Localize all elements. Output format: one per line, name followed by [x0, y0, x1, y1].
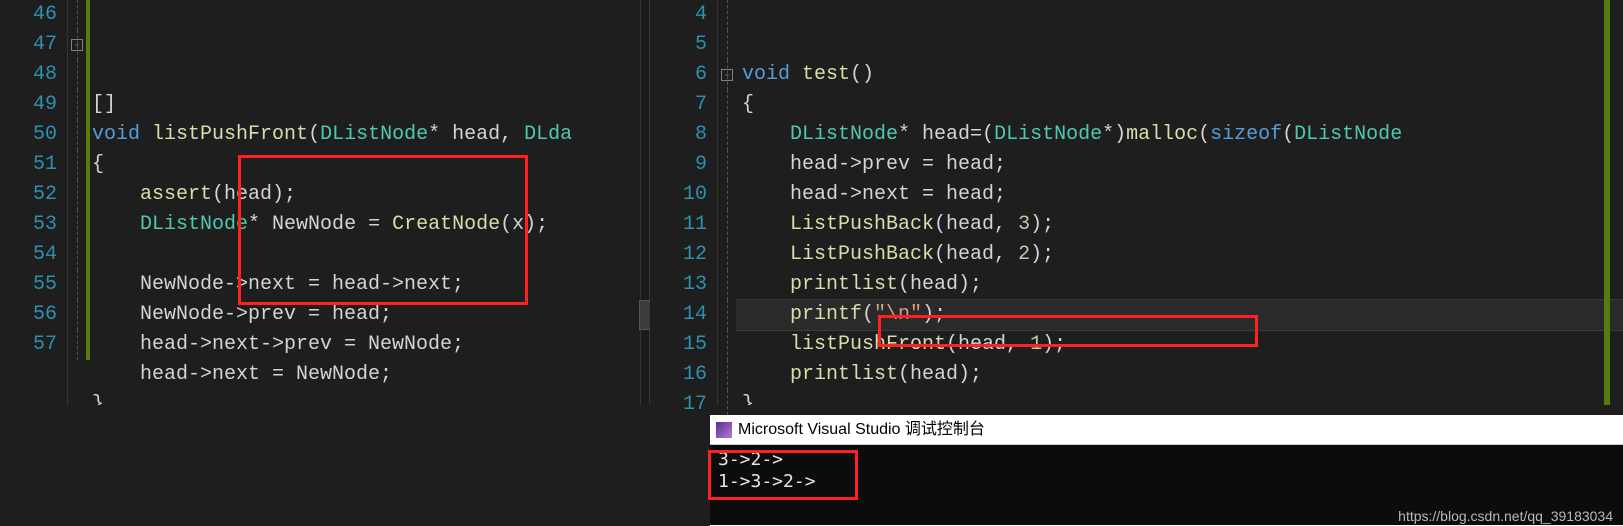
code-line[interactable]: assert(head);: [86, 180, 640, 210]
line-number: 13: [650, 270, 707, 300]
editor-pane-right[interactable]: 4567891011121314151617 - void test(){ DL…: [650, 0, 1623, 405]
line-number: 52: [0, 180, 57, 210]
code-line[interactable]: {: [86, 150, 640, 180]
code-line[interactable]: }: [736, 390, 1623, 405]
gutter-right: 4567891011121314151617: [650, 0, 718, 405]
fold-cell[interactable]: -: [68, 30, 86, 60]
fold-cell[interactable]: [68, 210, 86, 240]
code-line[interactable]: head->next->prev = NewNode;: [86, 330, 640, 360]
code-line[interactable]: ListPushBack(head, 2);: [736, 240, 1623, 270]
fold-toggle-icon[interactable]: -: [71, 39, 83, 51]
fold-cell[interactable]: [718, 240, 736, 270]
vs-icon: [716, 422, 732, 438]
code-line[interactable]: void test(): [736, 60, 1623, 90]
line-number: 56: [0, 300, 57, 330]
line-number: 5: [650, 30, 707, 60]
change-bar-right-edge: [1604, 0, 1610, 405]
line-number: 9: [650, 150, 707, 180]
fold-cell[interactable]: [718, 270, 736, 300]
code-area-right[interactable]: void test(){ DListNode* head=(DListNode*…: [736, 0, 1623, 405]
line-number: 53: [0, 210, 57, 240]
fold-cell[interactable]: [718, 210, 736, 240]
fold-cell[interactable]: [68, 180, 86, 210]
gutter-left: 464748495051525354555657: [0, 0, 68, 405]
fold-cell[interactable]: -: [718, 60, 736, 90]
fold-cell[interactable]: [718, 90, 736, 120]
watermark-text: https://blog.csdn.net/qq_39183034: [1398, 508, 1613, 524]
code-line[interactable]: NewNode->next = head->next;: [86, 270, 640, 300]
fold-cell[interactable]: [718, 330, 736, 360]
code-line[interactable]: NewNode->prev = head;: [86, 300, 640, 330]
line-number: 6: [650, 60, 707, 90]
fold-cell[interactable]: [718, 150, 736, 180]
fold-cell[interactable]: [68, 240, 86, 270]
line-number: 48: [0, 60, 57, 90]
line-number: 16: [650, 360, 707, 390]
fold-cell[interactable]: [68, 300, 86, 330]
line-number: 55: [0, 270, 57, 300]
fold-cell[interactable]: [68, 270, 86, 300]
fold-cell[interactable]: [68, 0, 86, 30]
code-line[interactable]: printlist(head);: [736, 360, 1623, 390]
fold-cell[interactable]: [718, 30, 736, 60]
fold-cell[interactable]: [68, 60, 86, 90]
code-line[interactable]: head->next = head;: [736, 180, 1623, 210]
pane-splitter[interactable]: [640, 0, 650, 405]
fold-cell[interactable]: [718, 0, 736, 30]
code-line[interactable]: [736, 30, 1623, 60]
console-titlebar[interactable]: Microsoft Visual Studio 调试控制台: [710, 415, 1623, 445]
code-line[interactable]: }: [86, 390, 640, 405]
code-line[interactable]: {: [736, 90, 1623, 120]
code-line[interactable]: DListNode* NewNode = CreatNode(x);: [86, 210, 640, 240]
fold-cell[interactable]: [718, 120, 736, 150]
line-number: 7: [650, 90, 707, 120]
line-number: 50: [0, 120, 57, 150]
code-line[interactable]: head->next = NewNode;: [86, 360, 640, 390]
line-number: 57: [0, 330, 57, 360]
fold-cell[interactable]: [68, 150, 86, 180]
fold-cell[interactable]: [68, 90, 86, 120]
line-number: 17: [650, 390, 707, 420]
fold-column-left[interactable]: -: [68, 0, 86, 405]
fold-toggle-icon[interactable]: -: [721, 69, 733, 81]
line-number: 46: [0, 0, 57, 30]
line-number: 47: [0, 30, 57, 60]
code-line[interactable]: DListNode* head=(DListNode*)malloc(sizeo…: [736, 120, 1623, 150]
line-number: 14: [650, 300, 707, 330]
code-line[interactable]: printf("\n");: [736, 300, 1623, 330]
code-line[interactable]: ListPushBack(head, 3);: [736, 210, 1623, 240]
editor-pane-left[interactable]: 464748495051525354555657 - []void listPu…: [0, 0, 640, 405]
line-number: 15: [650, 330, 707, 360]
code-line[interactable]: listPushFront(head, 1);: [736, 330, 1623, 360]
code-line[interactable]: []: [86, 90, 640, 120]
fold-column-right[interactable]: -: [718, 0, 736, 405]
fold-cell[interactable]: [68, 330, 86, 360]
code-line[interactable]: [736, 0, 1623, 30]
line-number: 8: [650, 120, 707, 150]
fold-cell[interactable]: [718, 180, 736, 210]
line-number: 12: [650, 240, 707, 270]
line-number: 11: [650, 210, 707, 240]
code-line[interactable]: void listPushFront(DListNode* head, DLda: [86, 120, 640, 150]
console-title: Microsoft Visual Studio 调试控制台: [738, 415, 985, 445]
code-area-left[interactable]: []void listPushFront(DListNode* head, DL…: [86, 0, 640, 405]
line-number: 54: [0, 240, 57, 270]
line-number: 51: [0, 150, 57, 180]
fold-cell[interactable]: [718, 360, 736, 390]
line-number: 49: [0, 90, 57, 120]
code-line[interactable]: printlist(head);: [736, 270, 1623, 300]
fold-cell[interactable]: [68, 120, 86, 150]
line-number: 10: [650, 180, 707, 210]
code-line[interactable]: head->prev = head;: [736, 150, 1623, 180]
code-line[interactable]: [86, 240, 640, 270]
fold-cell[interactable]: [718, 300, 736, 330]
line-number: 4: [650, 0, 707, 30]
